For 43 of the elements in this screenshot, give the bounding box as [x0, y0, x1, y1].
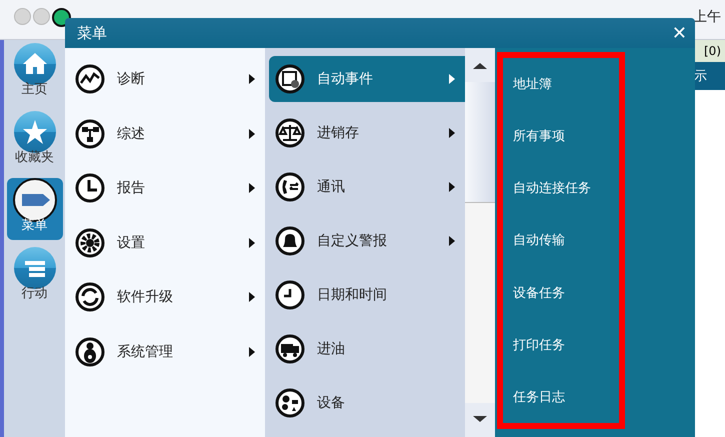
- menu-item[interactable]: 进销存: [269, 106, 465, 160]
- window-title: 菜单: [77, 24, 107, 42]
- clock-icon: [275, 280, 305, 310]
- menu-item[interactable]: 任务日志: [513, 388, 619, 406]
- gear-icon: [75, 228, 105, 258]
- menu-item[interactable]: 软件升级: [65, 270, 265, 324]
- menu-item[interactable]: 自动事件: [269, 56, 465, 102]
- menu-item[interactable]: 进油: [269, 322, 465, 376]
- menu-item[interactable]: 所有事项: [513, 127, 619, 146]
- scrollbar[interactable]: [465, 48, 495, 437]
- menu-item[interactable]: 打印任务: [513, 336, 619, 354]
- menu-item[interactable]: 设备任务: [513, 284, 619, 302]
- scroll-down-icon[interactable]: [465, 403, 495, 437]
- sidebar-item[interactable]: 主页: [6, 42, 62, 104]
- truck-icon: [275, 334, 305, 364]
- close-button[interactable]: ✕: [672, 22, 687, 44]
- counter-text: [0): [704, 44, 721, 58]
- menu-item[interactable]: 自动连接任务: [513, 179, 619, 198]
- scale-icon: [275, 118, 305, 148]
- sidebar-item[interactable]: 菜单: [6, 178, 62, 240]
- sidebar-item[interactable]: 行动: [6, 246, 62, 308]
- devices-icon: [275, 388, 305, 418]
- menu-item[interactable]: 设备: [269, 376, 465, 430]
- menu-item[interactable]: 综述: [65, 106, 265, 161]
- wave-icon: [75, 64, 105, 94]
- bell-icon: [275, 226, 305, 256]
- menu-item[interactable]: 地址簿: [513, 75, 619, 94]
- menu-item[interactable]: 自定义警报: [269, 214, 465, 268]
- tree-icon: [75, 118, 105, 149]
- person-icon: [75, 336, 105, 367]
- menu-item[interactable]: 设置: [65, 216, 265, 270]
- sidebar-item[interactable]: 收藏夹: [6, 110, 62, 172]
- menu-item[interactable]: 自动传输: [513, 231, 619, 250]
- refresh-icon: [75, 282, 105, 312]
- scroll-up-icon[interactable]: [465, 48, 495, 82]
- menu-item[interactable]: 系统管理: [65, 324, 265, 379]
- menu-item[interactable]: 报告: [65, 161, 265, 216]
- menu-item[interactable]: 通讯: [269, 160, 465, 214]
- clock-icon: [75, 173, 105, 204]
- column-header: 示: [694, 68, 707, 85]
- menu-item[interactable]: 日期和时间: [269, 268, 465, 322]
- clock-text: 上午: [693, 8, 721, 26]
- menu-item[interactable]: 诊断: [65, 52, 265, 106]
